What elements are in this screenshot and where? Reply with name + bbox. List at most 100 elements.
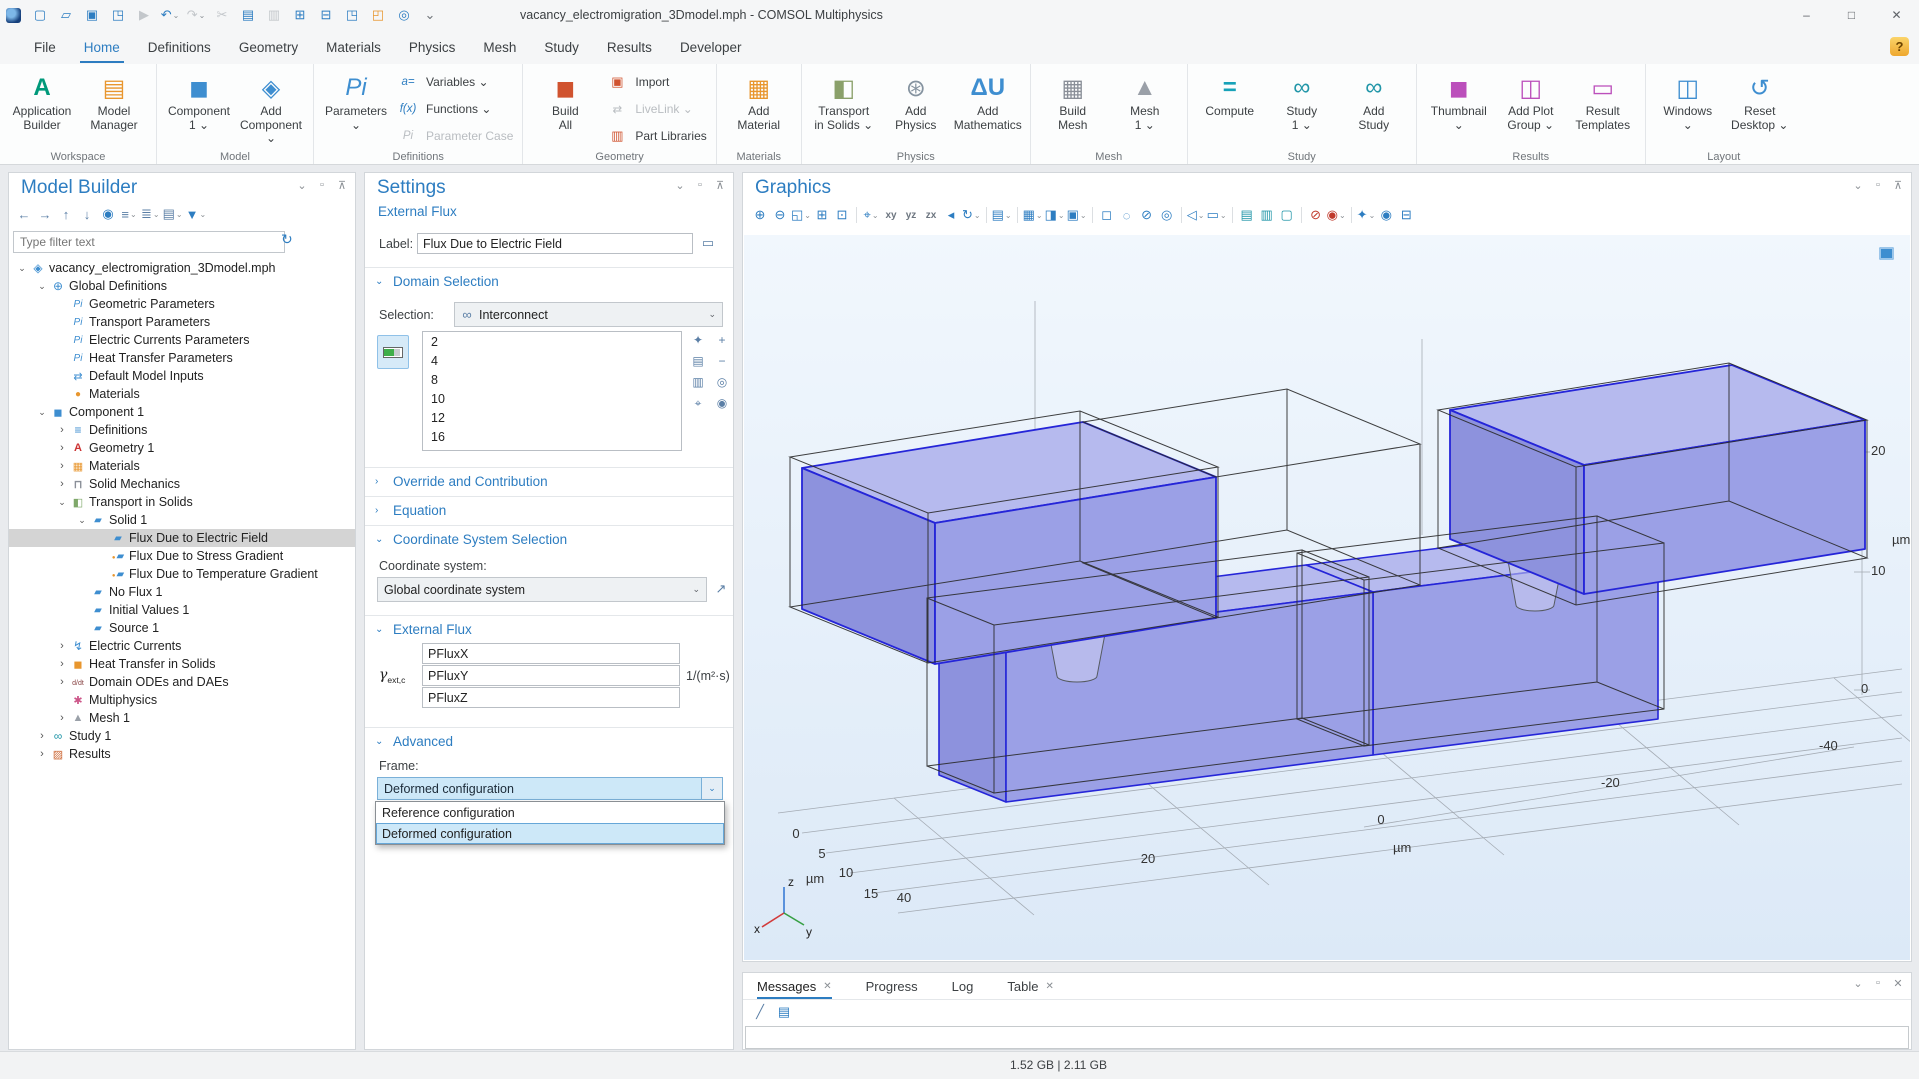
single-view-icon[interactable]: ▢: [1278, 206, 1296, 224]
copy-icon[interactable]: ▤: [237, 4, 259, 26]
tree-item[interactable]: Initial Values 1: [9, 601, 355, 619]
collapse-panel-icon[interactable]: ⌄: [673, 179, 687, 192]
tree-expand-arrow[interactable]: [75, 515, 89, 526]
section-override[interactable]: › Override and Contribution: [365, 467, 733, 494]
active-toggle-button[interactable]: [377, 335, 409, 369]
tree-expand-arrow[interactable]: [55, 478, 69, 490]
bottom-tab[interactable]: Table ✕: [1007, 974, 1053, 999]
scene-appearance-icon[interactable]: ▦: [1023, 206, 1043, 224]
menu-tab[interactable]: Home: [70, 30, 134, 64]
view-xy-icon[interactable]: xy: [882, 206, 900, 224]
split-vertical-icon[interactable]: ▥: [1258, 206, 1276, 224]
split-horizontal-icon[interactable]: ▤: [1238, 206, 1256, 224]
parameters-button[interactable]: Pi Parameters⌄: [321, 69, 391, 149]
maximize-button[interactable]: □: [1829, 0, 1874, 30]
tree-item[interactable]: Geometric Parameters: [9, 295, 355, 313]
tree-item[interactable]: Materials: [9, 385, 355, 403]
tree-item[interactable]: Transport in Solids: [9, 493, 355, 511]
create-selection-icon[interactable]: ✦: [686, 331, 710, 349]
tree-expand-arrow[interactable]: [55, 424, 69, 436]
paste-selection-icon[interactable]: ▥: [686, 373, 710, 391]
frame-combobox[interactable]: Deformed configuration ⌄: [377, 777, 723, 800]
section-equation[interactable]: › Equation: [365, 496, 733, 523]
bottom-tab[interactable]: Progress ✕: [866, 974, 918, 999]
selection-list-item[interactable]: 4: [423, 351, 681, 370]
flux-y-input[interactable]: PFluxY: [422, 665, 680, 686]
add-mathematics-button[interactable]: ΔU AddMathematics: [953, 69, 1023, 149]
view-yz-icon[interactable]: yz: [902, 206, 920, 224]
model-manager-button[interactable]: ▤ ModelManager: [79, 69, 149, 149]
scene-light-icon[interactable]: ✦: [1357, 206, 1376, 224]
collapse-panel-icon[interactable]: ⌄: [295, 179, 309, 192]
material-color-icon[interactable]: ◨: [1045, 206, 1065, 224]
select-box-icon[interactable]: ◻: [1098, 206, 1116, 224]
save-icon[interactable]: ▣: [81, 4, 103, 26]
mesh-button[interactable]: ▲ Mesh1 ⌄: [1110, 69, 1180, 149]
speaker-icon[interactable]: ◁: [1187, 206, 1205, 224]
tree-item[interactable]: Mesh 1: [9, 709, 355, 727]
tree-expand-arrow[interactable]: [35, 730, 49, 742]
zoom-selected-icon[interactable]: ⊡: [833, 206, 851, 224]
view-zx-icon[interactable]: zx: [922, 206, 940, 224]
section-coordinate-system[interactable]: ⌄ Coordinate System Selection: [365, 525, 733, 552]
selection-list-item[interactable]: 16: [423, 427, 681, 446]
menu-tab[interactable]: Developer: [666, 30, 756, 64]
tree-item[interactable]: Solid 1: [9, 511, 355, 529]
center-selection-icon[interactable]: ⌖: [686, 394, 710, 412]
tree-item[interactable]: Results: [9, 745, 355, 763]
tree-item[interactable]: vacancy_electromigration_3Dmodel.mph: [9, 259, 355, 277]
selection-list-item[interactable]: 12: [423, 408, 681, 427]
study-button[interactable]: ∞ Study1 ⌄: [1267, 69, 1337, 149]
menu-tab[interactable]: Geometry: [225, 30, 312, 64]
tree-item[interactable]: Solid Mechanics: [9, 475, 355, 493]
show-selection-icon[interactable]: ◉: [710, 394, 734, 412]
expand-all-icon[interactable]: ≣: [141, 205, 160, 223]
tree-item[interactable]: No Flux 1: [9, 583, 355, 601]
model-3d-scene[interactable]: 20 µm 10 0 -40 -20 0 5 10 15 40 20 0 µm …: [744, 235, 1910, 960]
filter-icon[interactable]: ▼: [186, 205, 207, 223]
close-tab-icon[interactable]: ✕: [823, 981, 831, 992]
add-study-button[interactable]: ∞ AddStudy: [1339, 69, 1409, 149]
part-libraries-button[interactable]: ▥ Part Libraries: [604, 126, 706, 146]
tree-item[interactable]: Multiphysics: [9, 691, 355, 709]
menu-tab[interactable]: Results: [593, 30, 666, 64]
select-lasso-icon[interactable]: ◌: [1118, 206, 1136, 224]
plot-context-icon[interactable]: [1879, 247, 1894, 260]
undo-icon[interactable]: ↶: [159, 4, 181, 26]
delete-icon[interactable]: ⊟: [315, 4, 337, 26]
tree-expand-arrow[interactable]: [55, 676, 69, 688]
print-icon[interactable]: ⊟: [1397, 206, 1415, 224]
menu-tab[interactable]: Mesh: [469, 30, 530, 64]
frame-option[interactable]: Reference configuration: [376, 802, 724, 823]
collapse-panel-icon[interactable]: ⌄: [1851, 179, 1865, 192]
close-panel-icon[interactable]: ✕: [1891, 977, 1905, 990]
livelink-button[interactable]: ⇄ LiveLink ⌄: [604, 99, 706, 119]
deselect-icon[interactable]: ⊘: [1138, 206, 1156, 224]
compute-button[interactable]: = Compute: [1195, 69, 1265, 149]
previous-view-icon[interactable]: ◂: [942, 206, 960, 224]
pin-panel-icon[interactable]: ⊼: [335, 179, 349, 192]
parameter-case-button[interactable]: Pi Parameter Case: [395, 126, 513, 146]
redo-icon[interactable]: ↷: [185, 4, 207, 26]
selection-list-item[interactable]: 8: [423, 370, 681, 389]
go-to-source-icon[interactable]: ↗: [712, 580, 730, 598]
zoom-extents-icon[interactable]: ⊞: [813, 206, 831, 224]
tree-expand-arrow[interactable]: [35, 281, 49, 292]
result-templates-button[interactable]: ▭ ResultTemplates: [1568, 69, 1638, 149]
tree-item[interactable]: Definitions: [9, 421, 355, 439]
tree-expand-arrow[interactable]: [55, 442, 69, 454]
tree-item[interactable]: Study 1: [9, 727, 355, 745]
add-physics-button[interactable]: ⊛ AddPhysics: [881, 69, 951, 149]
section-advanced[interactable]: ⌄ Advanced: [365, 727, 733, 754]
tree-item[interactable]: Default Model Inputs: [9, 367, 355, 385]
tree-expand-arrow[interactable]: [55, 640, 69, 652]
chevron-down-icon[interactable]: ⌄: [701, 778, 722, 799]
node-label-icon[interactable]: ▤: [163, 205, 183, 223]
tree-item[interactable]: Electric Currents: [9, 637, 355, 655]
tree-item[interactable]: Electric Currents Parameters: [9, 331, 355, 349]
tree-expand-arrow[interactable]: [55, 712, 69, 724]
collapse-all-icon[interactable]: ≡: [120, 205, 138, 223]
close-tab-icon[interactable]: ✕: [1045, 981, 1053, 992]
selection-dropdown[interactable]: ∞ Interconnect ⌄: [454, 302, 723, 327]
menu-tab[interactable]: Materials: [312, 30, 395, 64]
